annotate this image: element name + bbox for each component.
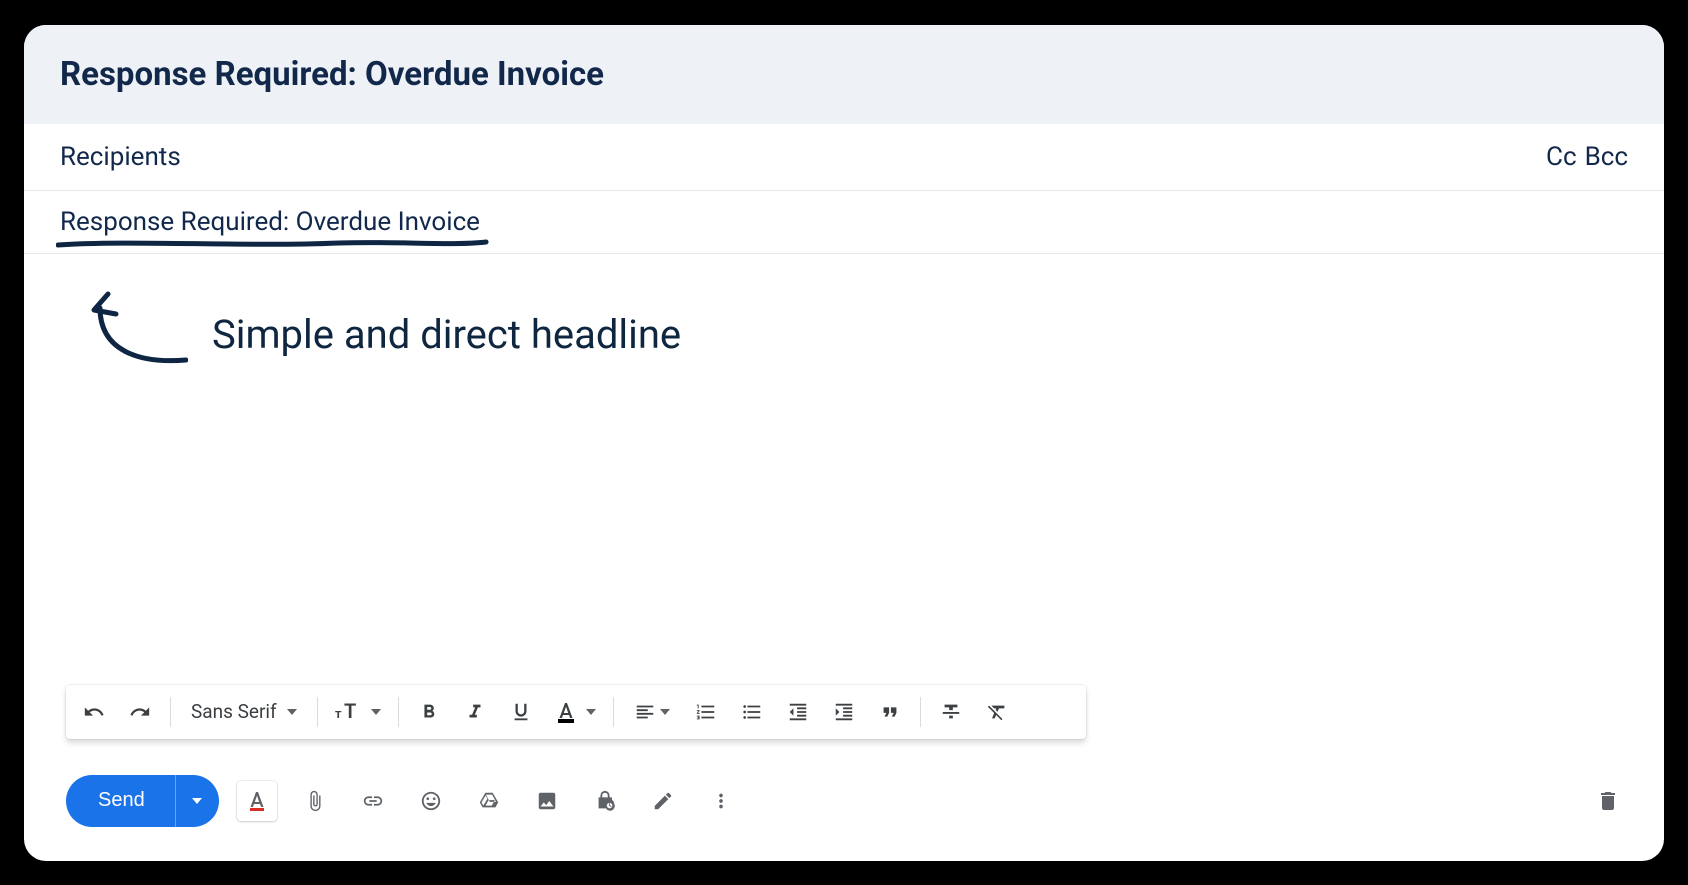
svg-text:т: т	[335, 707, 342, 722]
compose-body[interactable]: Simple and direct headline	[24, 254, 1664, 652]
cc-bcc-group: Cc Bcc	[1546, 142, 1628, 172]
redo-button[interactable]	[120, 692, 160, 732]
trash-icon	[1596, 789, 1620, 813]
recipients-row[interactable]: Recipients Cc Bcc	[24, 124, 1664, 191]
underline-button[interactable]	[501, 692, 541, 732]
numbered-list-icon	[695, 701, 717, 723]
italic-icon	[464, 701, 486, 723]
hand-underline-annotation	[56, 235, 490, 251]
discard-draft-button[interactable]	[1588, 781, 1628, 821]
numbered-list-button[interactable]	[686, 692, 726, 732]
toolbar-divider	[613, 697, 614, 727]
indent-increase-icon	[833, 701, 855, 723]
indent-increase-button[interactable]	[824, 692, 864, 732]
quote-icon	[879, 701, 901, 723]
font-size-select[interactable]: т T	[328, 692, 388, 732]
bulleted-list-icon	[741, 701, 763, 723]
chevron-down-icon	[192, 798, 202, 804]
paperclip-icon	[304, 790, 326, 812]
clear-formatting-icon	[986, 701, 1008, 723]
align-left-icon	[634, 701, 656, 723]
strikethrough-icon	[940, 701, 962, 723]
bold-button[interactable]	[409, 692, 449, 732]
indent-decrease-button[interactable]	[778, 692, 818, 732]
quote-button[interactable]	[870, 692, 910, 732]
formatting-options-button[interactable]	[237, 781, 277, 821]
send-button[interactable]: Send	[66, 775, 175, 827]
align-button[interactable]	[624, 692, 680, 732]
chevron-down-icon	[660, 709, 670, 715]
drive-icon	[478, 790, 500, 812]
pen-icon	[652, 790, 674, 812]
subject-row[interactable]: Response Required: Overdue Invoice	[24, 191, 1664, 254]
strikethrough-button[interactable]	[931, 692, 971, 732]
bold-icon	[418, 701, 440, 723]
annotation-text: Simple and direct headline	[212, 311, 681, 358]
send-options-button[interactable]	[175, 775, 219, 827]
subject-wrap: Response Required: Overdue Invoice	[60, 207, 480, 241]
lock-clock-icon	[594, 790, 616, 812]
link-icon	[362, 790, 384, 812]
bcc-button[interactable]: Bcc	[1585, 142, 1628, 172]
compose-actions-bar: Send	[66, 775, 1628, 827]
insert-signature-button[interactable]	[643, 781, 683, 821]
text-color-icon	[554, 700, 582, 724]
font-family-select[interactable]: Sans Serif	[181, 692, 307, 732]
emoji-icon	[420, 790, 442, 812]
toolbar-divider	[920, 697, 921, 727]
compose-header: Response Required: Overdue Invoice	[24, 25, 1664, 124]
confidential-mode-button[interactable]	[585, 781, 625, 821]
indent-decrease-icon	[787, 701, 809, 723]
compose-title: Response Required: Overdue Invoice	[60, 55, 1628, 94]
image-icon	[536, 790, 558, 812]
insert-photo-button[interactable]	[527, 781, 567, 821]
bulleted-list-button[interactable]	[732, 692, 772, 732]
insert-link-button[interactable]	[353, 781, 393, 821]
insert-drive-button[interactable]	[469, 781, 509, 821]
undo-icon	[83, 701, 105, 723]
toolbar-divider	[170, 697, 171, 727]
more-vert-icon	[710, 790, 732, 812]
font-size-icon: т T	[335, 701, 365, 723]
attach-file-button[interactable]	[295, 781, 335, 821]
chevron-down-icon	[287, 709, 297, 715]
insert-emoji-button[interactable]	[411, 781, 451, 821]
italic-button[interactable]	[455, 692, 495, 732]
formatting-toolbar: Sans Serif т T	[66, 685, 1086, 739]
text-format-icon	[245, 789, 269, 813]
more-options-button[interactable]	[701, 781, 741, 821]
chevron-down-icon	[371, 709, 381, 715]
text-color-button[interactable]	[547, 692, 603, 732]
redo-icon	[129, 701, 151, 723]
toolbar-divider	[317, 697, 318, 727]
clear-formatting-button[interactable]	[977, 692, 1017, 732]
underline-icon	[510, 701, 532, 723]
curved-arrow-icon	[78, 290, 188, 380]
font-name-label: Sans Serif	[191, 700, 277, 723]
undo-button[interactable]	[74, 692, 114, 732]
cc-button[interactable]: Cc	[1546, 142, 1577, 172]
recipients-label: Recipients	[60, 142, 181, 172]
annotation: Simple and direct headline	[78, 290, 681, 380]
compose-window: Response Required: Overdue Invoice Recip…	[24, 25, 1664, 861]
svg-text:T: T	[344, 701, 356, 723]
toolbar-divider	[398, 697, 399, 727]
send-button-group: Send	[66, 775, 219, 827]
chevron-down-icon	[586, 709, 596, 715]
